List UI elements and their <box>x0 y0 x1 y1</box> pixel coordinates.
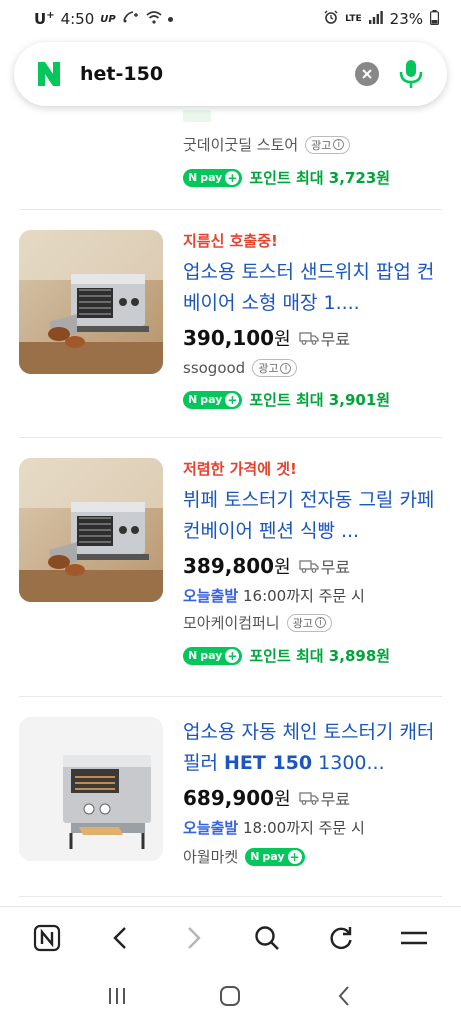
shipping-info: 무료 <box>299 326 350 350</box>
clear-search-button[interactable] <box>355 62 379 86</box>
currency: 원 <box>274 329 291 350</box>
info-icon: i <box>314 617 326 628</box>
store-line: ssogood 광고 i <box>183 359 445 377</box>
npay-badge: Npay + <box>183 646 243 665</box>
lte-label: LTE <box>345 14 362 24</box>
divider <box>19 209 442 210</box>
currency: 원 <box>274 789 291 810</box>
points-line: Npay + 포인트 최대 3,723원 <box>183 167 445 188</box>
product-image[interactable] <box>19 717 163 861</box>
up-label: UP <box>100 13 116 25</box>
store-line: 굿데이굿딜 스토어 광고 i <box>183 134 445 155</box>
refresh-icon <box>330 926 352 949</box>
chevron-right-icon <box>187 926 201 949</box>
chevron-left-icon <box>113 926 127 949</box>
price-line: 689,900 원 무료 <box>183 783 445 813</box>
promo-label: 저렴한 가격에 겟! <box>183 460 297 478</box>
search-bar <box>14 42 447 106</box>
ad-badge[interactable]: 광고 i <box>286 613 332 632</box>
dispatch-cutoff: 18:00까지 주문 시 <box>242 819 365 837</box>
store-name[interactable]: 모아케이컴퍼니 <box>183 612 280 633</box>
truck-icon <box>299 560 319 573</box>
price-line: 389,800 원 무료 <box>183 551 445 581</box>
store-line: 모아케이컴퍼니 광고 i <box>183 612 445 633</box>
promo-label: 지름신 호출중! <box>183 232 278 250</box>
info-icon: i <box>280 362 292 374</box>
store-name[interactable]: ssogood <box>183 359 245 377</box>
status-bar: U+ 4:50 UP LTE 23% <box>0 0 461 38</box>
price-line: 390,100 원 무료 <box>183 323 445 353</box>
points-line: Npay + 포인트 최대 3,898원 <box>183 645 445 666</box>
voice-search-button[interactable] <box>397 58 425 90</box>
product-title[interactable]: 업소용 자동 체인 토스터기 캐터필러 HET 150 1300... <box>183 717 445 779</box>
divider <box>19 696 442 697</box>
divider <box>19 437 442 438</box>
system-nav-bar <box>0 968 461 1024</box>
search-input[interactable] <box>80 63 320 85</box>
signal-icon <box>368 10 383 28</box>
ad-badge[interactable]: 광고 i <box>252 359 298 377</box>
points-line: Npay + 포인트 최대 3,901원 <box>183 389 445 410</box>
browser-toolbar <box>0 906 461 968</box>
dispatch-cutoff: 16:00까지 주문 시 <box>242 587 365 605</box>
back-button[interactable] <box>100 918 140 958</box>
truck-icon <box>299 792 319 805</box>
hamburger-icon <box>401 931 428 944</box>
product-title[interactable]: 업소용 토스터 샌드위치 팝업 컨베이어 소형 매장 1.... <box>183 257 445 319</box>
wifi-icon <box>146 10 162 28</box>
product-image[interactable] <box>19 230 163 374</box>
recent-apps-icon <box>108 988 125 1004</box>
naver-logo-icon[interactable] <box>36 61 62 87</box>
back-nav-button[interactable] <box>324 976 364 1016</box>
back-icon <box>338 986 349 1006</box>
currency: 원 <box>274 557 291 578</box>
today-dispatch-label: 오늘출발 <box>183 819 239 837</box>
store-line: 아월마켓 Npay + <box>183 846 445 867</box>
refresh-button[interactable] <box>321 918 361 958</box>
info-icon: i <box>333 139 345 150</box>
close-icon <box>362 69 372 79</box>
store-name[interactable]: 아월마켓 <box>183 846 238 867</box>
delivery-line: 오늘출발 16:00까지 주문 시 <box>183 585 445 606</box>
battery-percent: 23% <box>389 10 423 28</box>
price: 390,100 <box>183 326 275 350</box>
npay-badge: Npay + <box>245 847 305 866</box>
delivery-line: 오늘출발 18:00까지 주문 시 <box>183 817 445 838</box>
price: 689,900 <box>183 786 275 810</box>
battery-icon <box>430 9 440 29</box>
home-nav-button[interactable] <box>210 976 250 1016</box>
points-text: 포인트 최대 3,898원 <box>249 647 391 665</box>
shipping-info: 무료 <box>299 554 350 578</box>
search-button[interactable] <box>247 918 287 958</box>
home-button[interactable] <box>27 918 67 958</box>
product-title[interactable]: 뷔페 토스터기 전자동 그릴 카페 컨베이어 펜션 식빵 ... <box>183 485 445 547</box>
points-text: 포인트 최대 3,723원 <box>249 169 391 187</box>
shipping-info: 무료 <box>299 786 350 810</box>
store-name[interactable]: 굿데이굿딜 스토어 <box>183 134 298 155</box>
points-text: 포인트 최대 3,901원 <box>249 391 391 409</box>
divider <box>19 896 442 897</box>
forward-button[interactable] <box>174 918 214 958</box>
wifi-call-icon <box>122 10 140 28</box>
naver-home-icon <box>33 924 60 951</box>
product-image[interactable] <box>19 458 163 602</box>
notification-dot <box>167 16 173 22</box>
truck-icon <box>299 332 319 345</box>
price: 389,800 <box>183 554 275 578</box>
microphone-icon <box>399 60 423 88</box>
menu-button[interactable] <box>394 918 434 958</box>
recent-apps-button[interactable] <box>97 976 137 1016</box>
search-results: 굿데이굿딜 스토어 광고 i Npay + 포인트 최대 3,723원 지름신 … <box>0 100 461 906</box>
today-dispatch-label: 오늘출발 <box>183 587 239 605</box>
clock: 4:50 <box>60 10 95 28</box>
carrier-label: U+ <box>34 10 55 28</box>
partial-badge <box>183 110 211 122</box>
alarm-icon <box>324 10 338 28</box>
search-icon <box>255 925 280 950</box>
npay-badge: Npay + <box>183 390 243 409</box>
npay-badge: Npay + <box>183 168 243 187</box>
home-icon <box>220 986 241 1006</box>
ad-badge[interactable]: 광고 i <box>305 135 351 154</box>
